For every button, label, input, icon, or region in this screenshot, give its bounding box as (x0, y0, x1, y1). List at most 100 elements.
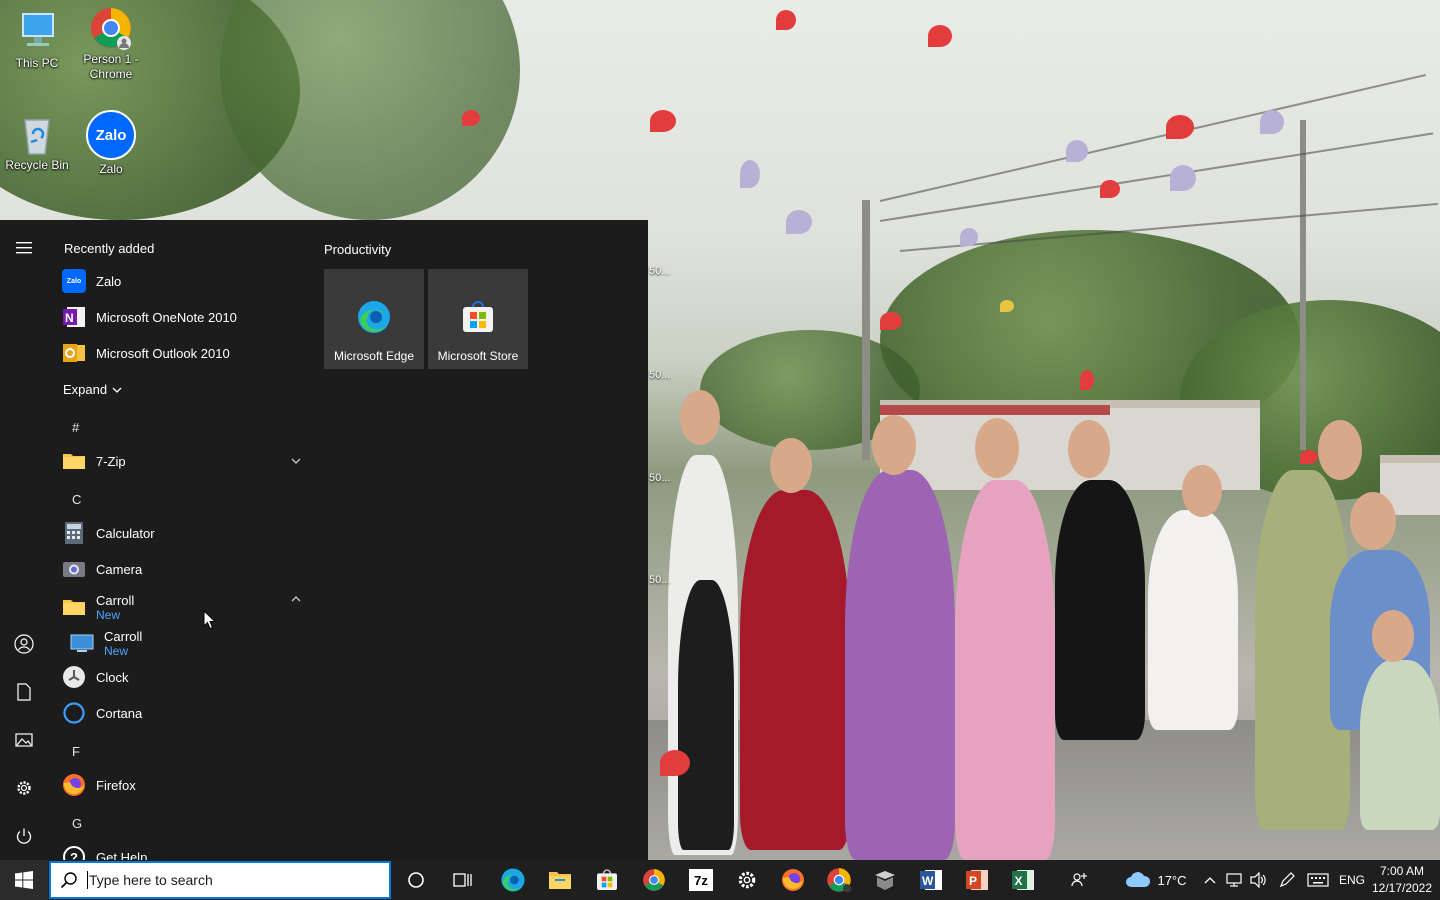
desktop-partial-label-4: 50... (649, 574, 671, 586)
account-button[interactable] (0, 624, 48, 664)
settings-button[interactable] (0, 768, 48, 808)
tray-network[interactable] (1222, 860, 1246, 900)
cortana-icon (62, 701, 86, 725)
network-icon (1226, 873, 1242, 887)
power-button[interactable] (0, 816, 48, 856)
calculator-icon (62, 521, 86, 545)
desktop-icon-this-pc[interactable]: This PC (2, 10, 72, 71)
tile-microsoft-edge[interactable]: Microsoft Edge (324, 269, 424, 369)
letter-header-g[interactable]: G (72, 816, 82, 831)
taskbar-powerpoint[interactable]: P (954, 860, 1000, 900)
app-cortana[interactable]: Cortana (62, 697, 308, 729)
start-rail (0, 220, 48, 860)
taskbar-chrome[interactable] (631, 860, 677, 900)
weather-temperature: 17°C (1157, 872, 1187, 888)
taskbar-store[interactable] (584, 860, 630, 900)
taskbar-word[interactable]: W (908, 860, 954, 900)
gear-icon (17, 781, 31, 795)
app-outlook-2010[interactable]: Microsoft Outlook 2010 (62, 337, 308, 369)
chevron-down-icon (112, 387, 122, 393)
start-menu: Recently added Zalo Zalo N Microsoft One… (0, 220, 648, 860)
app-camera[interactable]: Camera (62, 553, 308, 585)
desktop-icon-label: This PC (15, 56, 59, 70)
windows-logo-icon (15, 871, 33, 889)
zalo-icon: Zalo (62, 269, 86, 293)
camera-icon (62, 557, 86, 581)
app-onenote-2010[interactable]: N Microsoft OneNote 2010 (62, 301, 308, 333)
tray-people[interactable] (1064, 860, 1094, 900)
taskbar-file-explorer[interactable] (537, 860, 583, 900)
tray-show-hidden[interactable] (1198, 860, 1222, 900)
new-badge: New (96, 607, 121, 622)
store-icon (460, 299, 496, 335)
new-badge: New (104, 643, 129, 658)
excel-icon: X (1012, 870, 1034, 890)
taskbar-search-box[interactable]: Type here to search (49, 861, 391, 899)
app-carroll-folder[interactable]: Carroll New (62, 589, 308, 625)
app-get-help[interactable]: ? Get Help (62, 841, 308, 860)
app-clock[interactable]: Clock (62, 661, 308, 693)
pen-icon (1279, 872, 1295, 888)
tray-weather[interactable]: 17°C (1120, 860, 1192, 900)
taskbar-cortana[interactable] (393, 860, 439, 900)
taskbar-task-view[interactable] (440, 860, 486, 900)
chevron-up-icon (1204, 877, 1216, 884)
desktop-icon-label: Zalo (99, 162, 123, 176)
hamburger-button[interactable] (0, 228, 48, 268)
taskbar-settings[interactable] (724, 860, 770, 900)
desktop-icon-recycle-bin[interactable]: Recycle Bin (2, 112, 72, 173)
tray-volume[interactable] (1246, 860, 1272, 900)
chrome-profile-icon (827, 868, 852, 893)
taskbar-7zip[interactable]: 7z (678, 860, 724, 900)
desktop-icon-chrome[interactable]: Person 1 - Chrome (76, 6, 146, 82)
letter-header-c[interactable]: C (72, 492, 81, 507)
documents-button[interactable] (0, 672, 48, 712)
desktop-icon-zalo[interactable]: Zalo Zalo (76, 110, 146, 177)
desktop-partial-label-3: 50... (649, 472, 671, 484)
speaker-icon (1250, 872, 1266, 888)
svg-text:W: W (922, 874, 934, 888)
expand-button[interactable]: Expand (63, 382, 123, 397)
app-7zip-folder[interactable]: 7-Zip (62, 445, 308, 477)
taskbar-edge[interactable] (490, 860, 536, 900)
letter-header-f[interactable]: F (72, 744, 80, 759)
onenote-icon: N (62, 305, 86, 329)
tiles-group-title[interactable]: Productivity (324, 242, 391, 257)
app-carroll[interactable]: Carroll New (70, 625, 316, 661)
clock-time: 7:00 AM (1379, 864, 1425, 878)
app-firefox[interactable]: Firefox (62, 769, 308, 801)
computer-app-icon (70, 631, 94, 655)
edge-icon (501, 868, 525, 892)
search-icon (60, 872, 77, 889)
cloud-icon (1126, 872, 1151, 887)
tray-pen[interactable] (1274, 860, 1300, 900)
taskbar-app[interactable] (862, 860, 908, 900)
svg-text:?: ? (70, 850, 78, 860)
pictures-button[interactable] (0, 720, 48, 760)
tray-keyboard[interactable] (1302, 860, 1334, 900)
taskbar-firefox[interactable] (770, 860, 816, 900)
task-view-icon (453, 873, 472, 887)
app-zalo[interactable]: Zalo Zalo (62, 265, 308, 297)
gear-icon (738, 871, 756, 889)
start-button[interactable] (0, 860, 48, 900)
taskbar-excel[interactable]: X (1000, 860, 1046, 900)
letter-header-hash[interactable]: # (72, 420, 79, 435)
firefox-icon (62, 773, 86, 797)
tray-language[interactable]: ENG (1336, 860, 1368, 900)
help-icon: ? (62, 845, 86, 860)
outlook-icon (62, 341, 86, 365)
picture-icon (15, 733, 33, 747)
zalo-icon: Zalo (86, 110, 136, 160)
carroll-app-label: Carroll (104, 628, 143, 644)
app-calculator[interactable]: Calculator (62, 517, 308, 549)
tray-clock[interactable]: 7:00 AM 12/17/2022 (1366, 863, 1438, 897)
tile-microsoft-store[interactable]: Microsoft Store (428, 269, 528, 369)
search-placeholder[interactable]: Type here to search (89, 872, 213, 888)
firefox-icon (782, 869, 804, 891)
hamburger-icon (16, 242, 32, 254)
folder-icon (62, 595, 86, 619)
desktop-partial-label-2: 50... (649, 369, 671, 381)
taskbar-chrome-profile[interactable] (816, 860, 862, 900)
carroll-folder-label: Carroll (96, 592, 135, 608)
